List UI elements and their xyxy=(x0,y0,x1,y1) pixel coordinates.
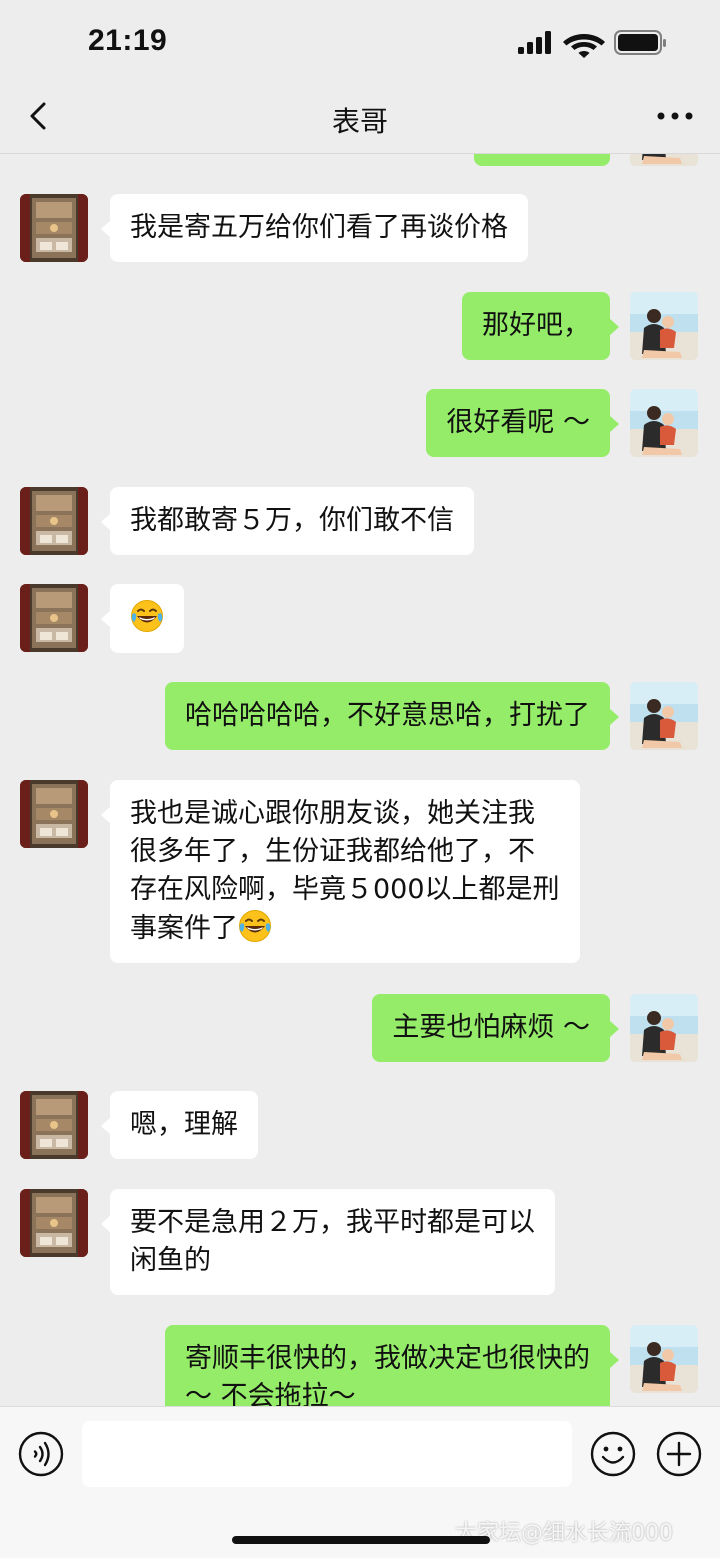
message-line: 寄顺丰很快的，我做决定也很快的 xyxy=(185,1343,590,1374)
message-line: 闲鱼的 xyxy=(130,1245,211,1276)
message-bubble[interactable]: 主要也怕麻烦 ～ xyxy=(372,994,619,1062)
contact-avatar[interactable] xyxy=(20,487,88,555)
message-input[interactable] xyxy=(82,1421,572,1487)
status-icons xyxy=(518,30,666,58)
message-bubble[interactable]: 要不是急用２万，我平时都是可以 闲鱼的 xyxy=(101,1189,555,1295)
status-bar: 21:19 xyxy=(0,0,720,86)
message-line: ～ 不会拖拉～ xyxy=(185,1381,356,1406)
message-bubble[interactable]: 我是寄五万给你们看了再谈价格 xyxy=(101,194,528,262)
my-avatar[interactable] xyxy=(630,1325,698,1393)
my-avatar[interactable] xyxy=(630,994,698,1062)
more-options-icon[interactable] xyxy=(650,98,700,134)
my-avatar[interactable] xyxy=(630,292,698,360)
signal-icon xyxy=(518,31,551,54)
contact-avatar[interactable] xyxy=(20,1189,88,1257)
tears-of-joy-emoji-icon xyxy=(238,909,272,943)
message-bubble[interactable]: 我都敢寄５万，你们敢不信 xyxy=(101,487,474,555)
message-bubble[interactable] xyxy=(101,584,184,653)
my-avatar[interactable] xyxy=(630,154,698,166)
message-bubble[interactable]: 哈哈哈哈哈，不好意思哈，打扰了 xyxy=(165,682,619,750)
contact-avatar[interactable] xyxy=(20,194,88,262)
message-line: 存在风险啊，毕竟５000以上都是刑 xyxy=(130,874,560,905)
message-bubble[interactable] xyxy=(474,154,610,166)
message-bubble[interactable]: 嗯，理解 xyxy=(101,1091,258,1159)
voice-icon[interactable] xyxy=(18,1431,64,1477)
message-line: 要不是急用２万，我平时都是可以 xyxy=(130,1207,535,1238)
message-line: 事案件了 xyxy=(130,913,238,944)
battery-icon xyxy=(614,30,666,55)
message-bubble[interactable]: 寄顺丰很快的，我做决定也很快的 ～ 不会拖拉～ xyxy=(165,1325,619,1406)
message-line: 我也是诚心跟你朋友谈，她关注我 xyxy=(130,798,535,829)
emoji-icon[interactable] xyxy=(590,1431,636,1477)
my-avatar[interactable] xyxy=(630,682,698,750)
message-list[interactable]: 我是寄五万给你们看了再谈价格 那好吧， 很好看呢 ～ 我都敢寄５万，你们敢不信 … xyxy=(0,154,720,1406)
home-indicator[interactable] xyxy=(232,1536,490,1544)
message-bubble[interactable]: 很好看呢 ～ xyxy=(426,389,619,457)
wifi-icon xyxy=(563,34,605,58)
tears-of-joy-emoji-icon xyxy=(130,599,164,633)
status-time: 21:19 xyxy=(88,24,168,57)
contact-avatar[interactable] xyxy=(20,780,88,848)
my-avatar[interactable] xyxy=(630,389,698,457)
plus-icon[interactable] xyxy=(656,1431,702,1477)
contact-avatar[interactable] xyxy=(20,584,88,652)
chat-title: 表哥 xyxy=(331,105,388,138)
chat-header: 表哥 xyxy=(0,86,720,154)
message-line: 很多年了，生份证我都给他了，不 xyxy=(130,836,535,867)
message-bubble[interactable]: 那好吧， xyxy=(462,292,619,360)
message-bubble[interactable]: 我也是诚心跟你朋友谈，她关注我 很多年了，生份证我都给他了，不 存在风险啊，毕竟… xyxy=(101,780,580,963)
contact-avatar[interactable] xyxy=(20,1091,88,1159)
